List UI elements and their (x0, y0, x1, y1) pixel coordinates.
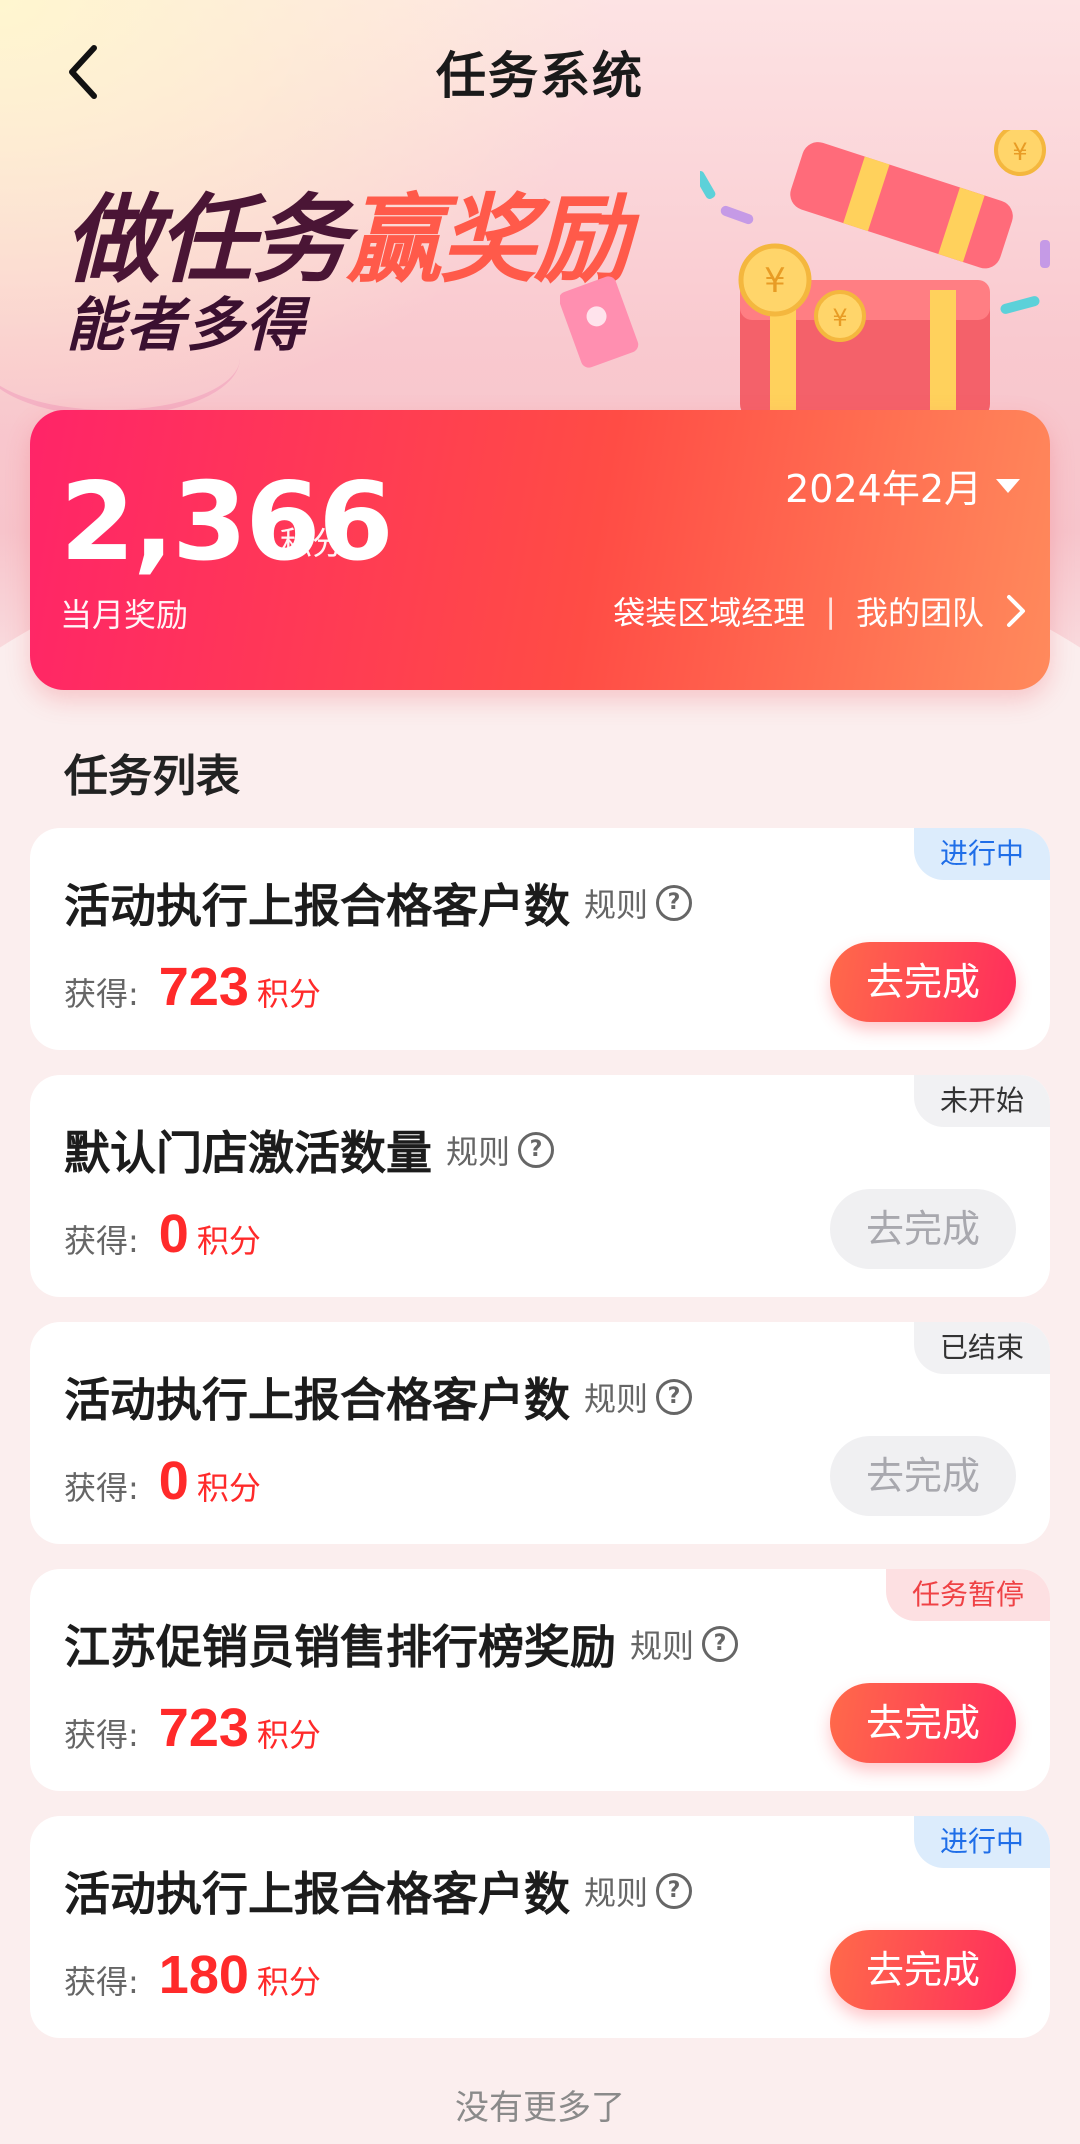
complete-button[interactable]: 去完成 (830, 1683, 1016, 1763)
earn-row: 获得: 723 积分 (64, 1697, 321, 1759)
task-title-row: 江苏促销员销售排行榜奖励 规则 ? (64, 1611, 739, 1677)
earn-unit: 积分 (256, 975, 321, 1013)
status-badge: 未开始 (913, 1075, 1050, 1127)
complete-button[interactable]: 去完成 (830, 942, 1016, 1022)
task-name: 活动执行上报合格客户数 (64, 1373, 570, 1427)
complete-button[interactable]: 去完成 (830, 1930, 1016, 2010)
earn-row: 获得: 0 积分 (64, 1203, 261, 1265)
task-title-row: 活动执行上报合格客户数 规则 ? (64, 1858, 693, 1924)
team-link[interactable]: 我的团队 (856, 588, 984, 634)
earn-label: 获得: (64, 1716, 139, 1754)
question-icon: ? (518, 1132, 555, 1168)
earn-points: 0 (158, 1204, 189, 1264)
red-envelope-icon (560, 276, 639, 368)
task-list-title: 任务列表 (64, 751, 240, 802)
task-name: 活动执行上报合格客户数 (64, 1867, 570, 1921)
task-title-row: 默认门店激活数量 规则 ? (64, 1117, 555, 1183)
points-unit: 积分 (280, 524, 345, 562)
rule-label: 规则 (584, 1874, 649, 1912)
no-more-text: 没有更多了 (455, 2088, 625, 2128)
rule-link[interactable]: 规则 ? (446, 1127, 555, 1173)
status-badge: 任务暂停 (885, 1569, 1050, 1621)
question-icon: ? (702, 1626, 739, 1662)
earn-points: 723 (158, 957, 249, 1017)
status-badge: 已结束 (913, 1322, 1050, 1374)
complete-button[interactable]: 去完成 (830, 1436, 1016, 1516)
caret-down-icon (996, 478, 1020, 493)
earn-points: 723 (158, 1698, 249, 1758)
task-card: 进行中 活动执行上报合格客户数 规则 ? 获得: 723 积分 去完成 (30, 828, 1050, 1050)
earn-label: 获得: (64, 1963, 139, 2001)
rule-link[interactable]: 规则 ? (584, 880, 693, 926)
month-value: 2024年2月 (785, 467, 982, 511)
chevron-right-icon (1007, 595, 1025, 627)
task-card: 未开始 默认门店激活数量 规则 ? 获得: 0 积分 去完成 (30, 1075, 1050, 1297)
page-title: 任务系统 (436, 47, 644, 105)
earn-unit: 积分 (256, 1963, 321, 2001)
rule-label: 规则 (630, 1627, 695, 1665)
reward-label: 当月奖励 (60, 596, 189, 634)
earn-label: 获得: (64, 1469, 139, 1507)
svg-text:¥: ¥ (832, 304, 847, 332)
rule-label: 规则 (584, 886, 649, 924)
task-card: 已结束 活动执行上报合格客户数 规则 ? 获得: 0 积分 去完成 (30, 1322, 1050, 1544)
task-name: 活动执行上报合格客户数 (64, 879, 570, 933)
rule-label: 规则 (446, 1133, 511, 1171)
earn-points: 0 (158, 1451, 189, 1511)
separator: | (825, 592, 836, 630)
earn-unit: 积分 (256, 1716, 321, 1754)
banner-subslogan: 能者多得 (66, 291, 307, 359)
svg-text:¥: ¥ (1012, 138, 1027, 166)
complete-button[interactable]: 去完成 (830, 1189, 1016, 1269)
month-selector[interactable]: 2024年2月 (785, 458, 1020, 513)
question-icon: ? (656, 1873, 693, 1909)
task-title-row: 活动执行上报合格客户数 规则 ? (64, 870, 693, 936)
gift-box-illustration: ¥ ¥ ¥ (700, 130, 1050, 420)
earn-unit: 积分 (196, 1222, 261, 1260)
status-badge: 进行中 (913, 1816, 1050, 1868)
task-card: 进行中 活动执行上报合格客户数 规则 ? 获得: 180 积分 去完成 (30, 1816, 1050, 2038)
earn-row: 获得: 723 积分 (64, 956, 321, 1018)
earn-label: 获得: (64, 1222, 139, 1260)
earn-row: 获得: 180 积分 (64, 1944, 321, 2006)
role-name: 袋装区域经理 (613, 594, 806, 632)
task-name: 默认门店激活数量 (64, 1126, 432, 1180)
navigation-bar: 任务系统 (0, 0, 1080, 140)
question-icon: ? (656, 1379, 693, 1415)
earn-row: 获得: 0 积分 (64, 1450, 261, 1512)
svg-text:¥: ¥ (764, 261, 786, 301)
rule-link[interactable]: 规则 ? (584, 1374, 693, 1420)
task-name: 江苏促销员销售排行榜奖励 (64, 1620, 616, 1674)
role-team-row[interactable]: 袋装区域经理 | 我的团队 (613, 588, 1028, 634)
task-title-row: 活动执行上报合格客户数 规则 ? (64, 1364, 693, 1430)
earn-points: 180 (158, 1945, 249, 2005)
task-card: 任务暂停 江苏促销员销售排行榜奖励 规则 ? 获得: 723 积分 去完成 (30, 1569, 1050, 1791)
points-summary-card: 2,366 积分 当月奖励 2024年2月 袋装区域经理 | 我的团队 (30, 410, 1050, 690)
earn-unit: 积分 (196, 1469, 261, 1507)
rule-label: 规则 (584, 1380, 649, 1418)
rule-link[interactable]: 规则 ? (584, 1868, 693, 1914)
rule-link[interactable]: 规则 ? (630, 1621, 739, 1667)
question-icon: ? (656, 885, 693, 921)
status-badge: 进行中 (913, 828, 1050, 880)
earn-label: 获得: (64, 975, 139, 1013)
